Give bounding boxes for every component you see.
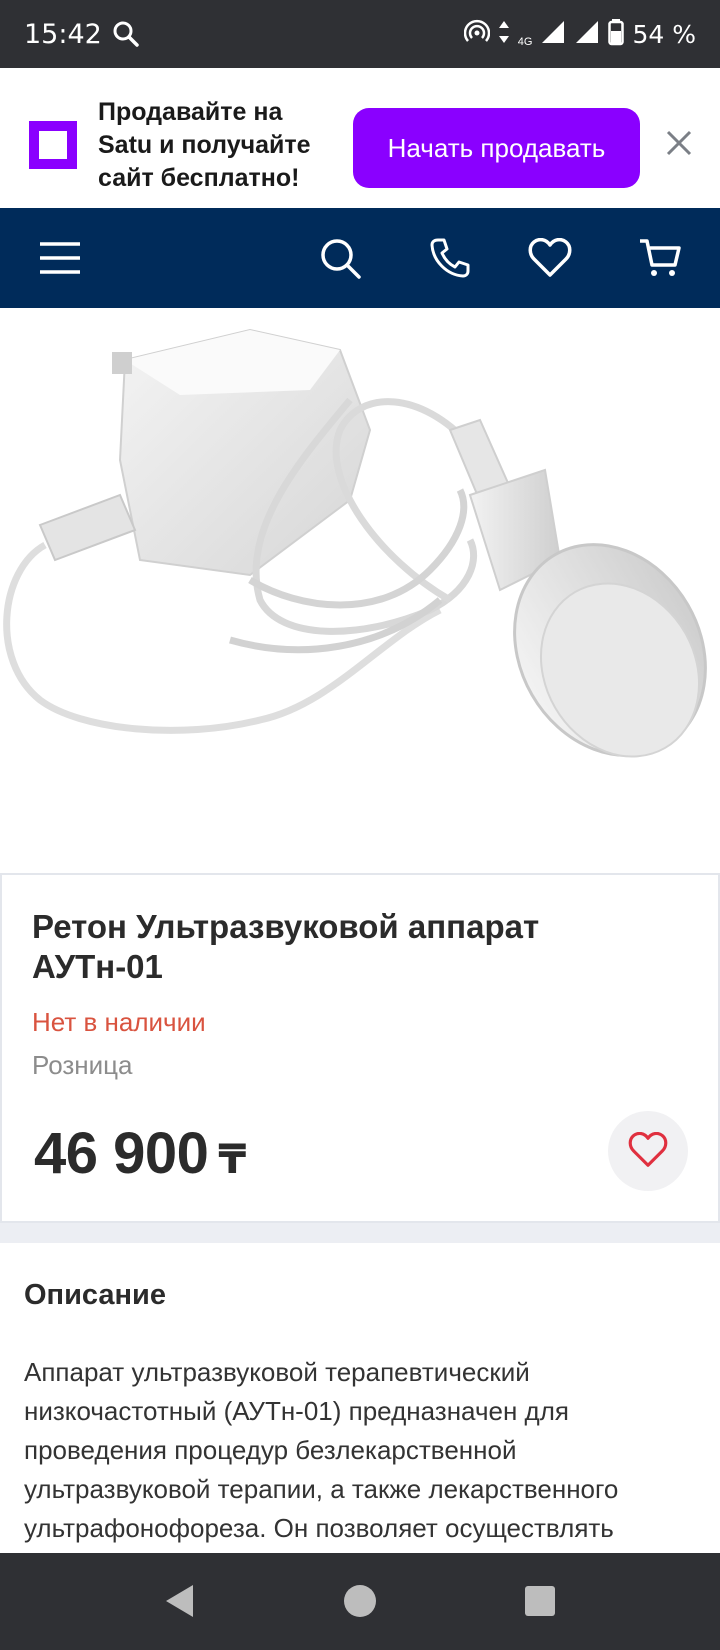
- network-type: 4G: [517, 35, 533, 48]
- product-title: Ретон Ультразвуковой аппарат АУТн-01: [32, 908, 540, 985]
- description-text: Аппарат ультразвуковой терапевтический н…: [24, 1357, 619, 1543]
- heart-icon[interactable]: [526, 234, 574, 282]
- cart-icon[interactable]: [636, 234, 684, 282]
- price-value: 46 900: [34, 1121, 209, 1186]
- search-icon: [112, 20, 140, 48]
- status-indicators: 4G 54 %: [463, 18, 696, 51]
- search-icon[interactable]: [316, 234, 364, 282]
- start-selling-button[interactable]: Начать продавать: [353, 108, 640, 188]
- product-info-card: Ретон Ультразвуковой аппарат АУТн-01 Нет…: [0, 873, 720, 1223]
- add-to-favorites-button[interactable]: [608, 1111, 688, 1191]
- battery-percent: 54 %: [632, 19, 696, 49]
- status-time: 15:42: [24, 18, 102, 50]
- price-type: Розница: [32, 1050, 133, 1080]
- promo-banner: Продавайте на Satu и получайте сайт бесп…: [0, 68, 720, 208]
- back-icon[interactable]: [160, 1581, 200, 1621]
- product-price: 46 900 ₸: [34, 1120, 246, 1187]
- system-navigation-bar: [0, 1553, 720, 1650]
- menu-icon[interactable]: [36, 234, 84, 282]
- data-arrows-icon: [498, 19, 510, 50]
- description-heading: Описание: [24, 1279, 166, 1311]
- home-icon[interactable]: [340, 1581, 380, 1621]
- close-icon[interactable]: [664, 128, 694, 163]
- product-image[interactable]: [0, 310, 720, 870]
- top-navbar: [0, 208, 720, 308]
- phone-icon[interactable]: [426, 234, 474, 282]
- recents-icon[interactable]: [520, 1581, 560, 1621]
- signal-icon: [540, 19, 566, 50]
- status-bar: 15:42 4G 54 %: [0, 0, 720, 68]
- description-section: Описание Аппарат ультразвуковой терапевт…: [0, 1243, 720, 1553]
- signal-icon-2: [574, 19, 600, 50]
- heart-icon: [628, 1131, 668, 1171]
- satu-logo: [29, 121, 77, 169]
- section-divider: [0, 1223, 720, 1243]
- stock-status: Нет в наличии: [32, 1007, 206, 1037]
- battery-icon: [608, 18, 625, 51]
- price-currency: ₸: [218, 1138, 246, 1182]
- hotspot-icon: [463, 19, 491, 50]
- promo-text: Продавайте на Satu и получайте сайт бесп…: [98, 98, 311, 192]
